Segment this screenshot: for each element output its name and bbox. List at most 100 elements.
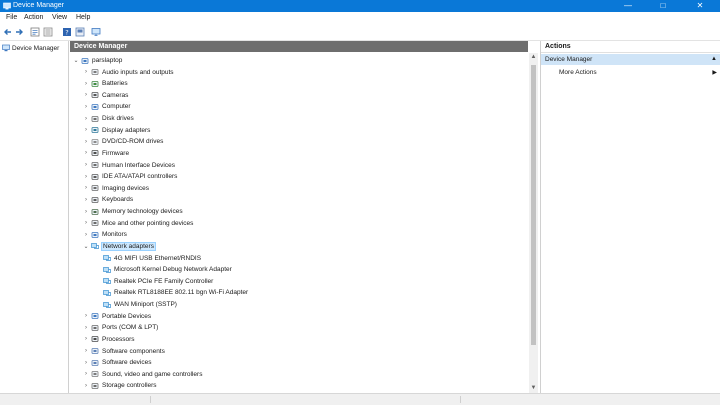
tree-row[interactable]: › Imaging devices [82, 183, 149, 194]
expand-chevron-icon[interactable]: › [82, 127, 90, 133]
tree-row[interactable]: › Storage controllers [82, 380, 157, 391]
tree-row-label: WAN Miniport (SSTP) [114, 301, 177, 309]
expand-chevron-icon[interactable]: › [82, 325, 90, 331]
tree-row[interactable]: › Display adapters [82, 125, 150, 136]
back-icon[interactable] [3, 27, 13, 37]
tree-row-label: Realtek RTL8188EE 802.11 bgn Wi-Fi Adapt… [114, 289, 249, 297]
tree-row[interactable]: › Processors [82, 334, 135, 345]
expand-chevron-icon[interactable]: › [82, 336, 90, 342]
more-actions-link[interactable]: More Actions [559, 68, 597, 78]
maximize-button[interactable]: □ [649, 0, 677, 12]
forward-icon[interactable] [14, 27, 24, 37]
collapse-chevron-icon[interactable]: ⌄ [82, 243, 90, 250]
tree-row-label: DVD/CD-ROM drives [102, 138, 164, 146]
tree-row[interactable]: › Monitors [82, 229, 127, 240]
disk-icon [91, 115, 99, 122]
expand-chevron-icon[interactable]: › [82, 360, 90, 366]
console-tree-item[interactable]: Device Manager [2, 43, 66, 53]
tree-row-label: Disk drives [102, 115, 134, 123]
monitor-icon[interactable] [91, 27, 101, 37]
network-icon [103, 255, 111, 261]
expand-chevron-icon[interactable]: › [82, 209, 90, 215]
menu-help[interactable]: Help [76, 14, 90, 22]
expand-chevron-icon[interactable]: › [82, 150, 90, 156]
expand-chevron-icon[interactable]: › [82, 313, 90, 319]
battery-icon [91, 80, 99, 87]
expand-chevron-icon[interactable]: › [82, 104, 90, 110]
expand-chevron-icon[interactable]: › [82, 232, 90, 238]
tree-row[interactable]: Realtek PCIe FE Family Controller [94, 276, 213, 287]
software-icon [91, 348, 99, 354]
tree-row[interactable]: › Ports (COM & LPT) [82, 322, 158, 333]
tree-row[interactable]: Realtek RTL8188EE 802.11 bgn Wi-Fi Adapt… [94, 287, 248, 298]
properties-icon[interactable] [30, 27, 40, 37]
scanner-icon [91, 185, 99, 192]
close-button[interactable]: ✕ [686, 0, 714, 12]
expand-chevron-icon[interactable]: › [82, 139, 90, 145]
menu-file[interactable]: File [6, 14, 17, 22]
tree-row-label: Storage controllers [102, 382, 157, 390]
network-icon [103, 301, 111, 308]
tree-row[interactable]: › Keyboards [82, 194, 133, 205]
tree-row[interactable]: › Audio inputs and outputs [82, 67, 174, 78]
expand-chevron-icon[interactable]: › [82, 371, 90, 377]
tree-row[interactable]: › Software components [82, 346, 165, 357]
storage-icon [91, 382, 99, 389]
tree-row[interactable]: ⌄ parslaptop [72, 55, 122, 66]
tree-row[interactable]: › Batteries [82, 78, 128, 89]
scrollbar-thumb[interactable] [531, 65, 536, 345]
expand-chevron-icon[interactable]: › [82, 383, 90, 389]
tree-row[interactable]: › Cameras [82, 90, 128, 101]
expand-chevron-icon[interactable]: › [82, 220, 90, 226]
expand-chevron-icon[interactable]: › [82, 116, 90, 122]
tree-row-label: Keyboards [102, 196, 134, 204]
tree-row-label: Realtek PCIe FE Family Controller [114, 277, 214, 285]
vertical-scrollbar[interactable]: ▲ ▼ [529, 53, 538, 393]
expand-chevron-icon[interactable]: › [82, 185, 90, 191]
expand-chevron-icon[interactable]: › [82, 174, 90, 180]
actions-section-device-manager[interactable]: Device Manager ▲ [541, 54, 720, 65]
tree-row[interactable]: › Sound, video and game controllers [82, 369, 202, 380]
collapse-up-icon[interactable]: ▲ [711, 54, 717, 65]
tree-row[interactable]: 4G MIFI USB Ethernet/RNDIS [94, 253, 201, 264]
menu-bar: File Action View Help [0, 12, 720, 24]
menu-action[interactable]: Action [24, 14, 43, 22]
network-icon [103, 278, 111, 285]
expand-chevron-icon[interactable]: › [82, 81, 90, 87]
tree-row[interactable]: › Disk drives [82, 113, 134, 124]
tree-row[interactable]: › IDE ATA/ATAPI controllers [82, 171, 177, 182]
tree-row-label: Human Interface Devices [102, 161, 175, 169]
tree-row[interactable]: › Mice and other pointing devices [82, 218, 193, 229]
status-bar [0, 393, 720, 405]
scroll-up-icon[interactable]: ▲ [529, 53, 538, 62]
svg-text:?: ? [65, 29, 68, 37]
collapse-chevron-icon[interactable]: ⌄ [72, 57, 80, 64]
network-icon [91, 243, 99, 250]
tree-row[interactable]: › Computer [82, 101, 131, 112]
tree-row-label: Ports (COM & LPT) [102, 324, 159, 332]
tree-row[interactable]: Microsoft Kernel Debug Network Adapter [94, 264, 232, 275]
minimize-button[interactable]: — [614, 0, 642, 12]
expand-chevron-icon[interactable]: › [82, 162, 90, 168]
tree-row[interactable]: › DVD/CD-ROM drives [82, 136, 163, 147]
tree-row-label: Microsoft Kernel Debug Network Adapter [114, 266, 232, 274]
expand-chevron-icon[interactable]: › [82, 92, 90, 98]
view-icon[interactable] [75, 27, 85, 37]
expand-chevron-icon[interactable]: › [82, 348, 90, 354]
tree-row[interactable]: › Portable Devices [82, 311, 151, 322]
help-icon[interactable]: ? [62, 27, 72, 37]
tree-row[interactable]: › Human Interface Devices [82, 160, 175, 171]
menu-view[interactable]: View [52, 14, 67, 22]
network-icon [103, 266, 111, 273]
expand-chevron-icon[interactable]: › [82, 197, 90, 203]
list-icon[interactable] [43, 27, 53, 37]
tree-row[interactable]: › Memory technology devices [82, 206, 183, 217]
tree-row[interactable]: ⌄ Network adapters [82, 241, 156, 252]
tree-row[interactable]: › Firmware [82, 148, 129, 159]
scroll-down-icon[interactable]: ▼ [529, 384, 538, 393]
expand-chevron-icon[interactable]: › [82, 69, 90, 75]
tree-row[interactable]: WAN Miniport (SSTP) [94, 299, 177, 310]
memory-icon [91, 208, 99, 215]
tree-row[interactable]: › Software devices [82, 357, 152, 368]
computer-icon [81, 57, 89, 64]
